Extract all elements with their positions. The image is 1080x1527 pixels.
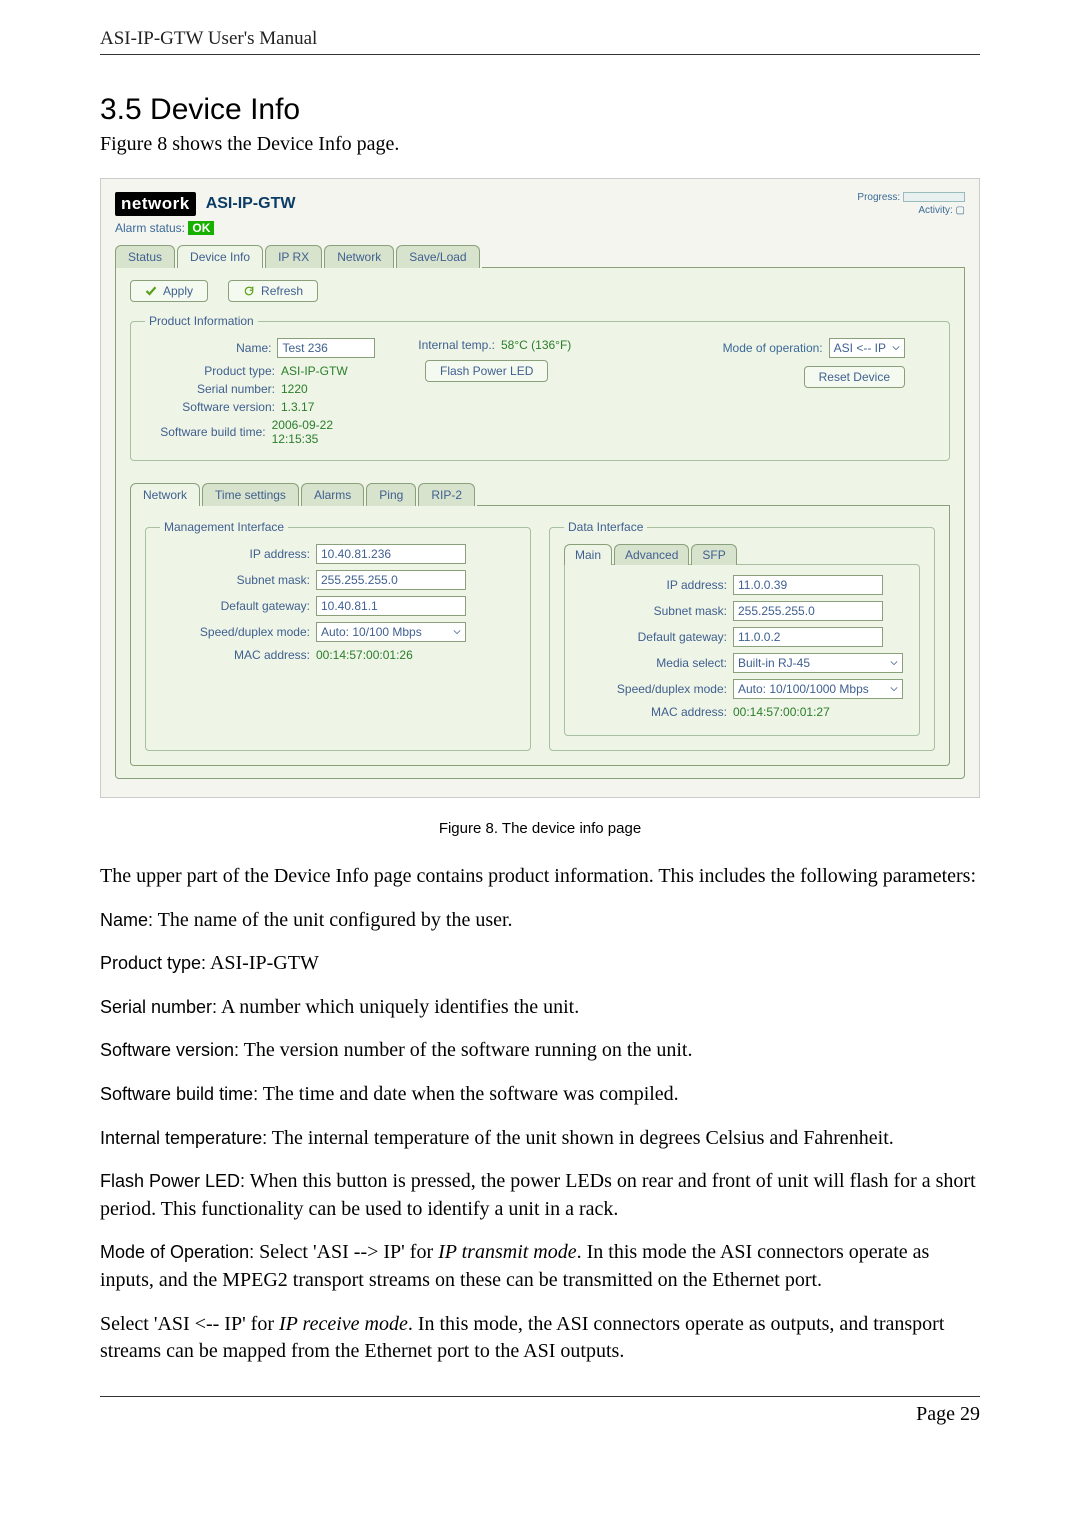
mode-select[interactable]: ASI <-- IP [829, 338, 905, 358]
data-tab-advanced[interactable]: Advanced [614, 544, 689, 565]
para-product-type: Product type: ASI-IP-GTW [100, 950, 980, 978]
data-mac-value: 00:14:57:00:01:27 [733, 705, 830, 719]
data-media-label: Media select: [577, 656, 733, 670]
chevron-down-icon [453, 628, 461, 636]
page-header: ASI-IP-GTW User's Manual [100, 28, 980, 55]
para-flash-led: Flash Power LED: When this button is pre… [100, 1168, 980, 1223]
check-icon [145, 285, 157, 297]
mgmt-legend: Management Interface [160, 520, 288, 534]
page-footer: Page 29 [100, 1396, 980, 1426]
tab-status[interactable]: Status [115, 245, 175, 268]
data-interface-group: Data Interface Main Advanced SFP IP addr… [549, 520, 935, 751]
tab-device-info[interactable]: Device Info [177, 245, 263, 268]
tab-network[interactable]: Network [324, 245, 394, 268]
mgmt-mac-label: MAC address: [160, 648, 316, 662]
data-ip-input[interactable]: 11.0.0.39 [733, 575, 883, 595]
mgmt-mask-label: Subnet mask: [160, 573, 316, 587]
mgmt-mask-input[interactable]: 255.255.255.0 [316, 570, 466, 590]
refresh-button[interactable]: Refresh [228, 280, 318, 302]
swver-label: Software version: [145, 400, 281, 414]
progress-activity: Progress: Activity: ▢ [857, 191, 965, 217]
product-type-label: Product type: [145, 364, 281, 378]
para-intemp: Internal temperature: The internal tempe… [100, 1125, 980, 1153]
data-media-select[interactable]: Built-in RJ-45 [733, 653, 903, 673]
paragraph-intro: The upper part of the Device Info page c… [100, 863, 980, 891]
flash-power-led-button[interactable]: Flash Power LED [425, 360, 548, 382]
data-speed-label: Speed/duplex mode: [577, 682, 733, 696]
serial-label: Serial number: [145, 382, 281, 396]
data-mask-label: Subnet mask: [577, 604, 733, 618]
tab-inner-network[interactable]: Network [130, 483, 200, 506]
mgmt-speed-select[interactable]: Auto: 10/100 Mbps [316, 622, 466, 642]
alarm-status: Alarm status: OK [115, 221, 965, 235]
data-legend: Data Interface [564, 520, 647, 534]
para-mode2: Select 'ASI <-- IP' for IP receive mode.… [100, 1311, 980, 1366]
para-mode: Mode of Operation: Select 'ASI --> IP' f… [100, 1239, 980, 1294]
mgmt-gw-input[interactable]: 10.40.81.1 [316, 596, 466, 616]
tab-ip-rx[interactable]: IP RX [265, 245, 322, 268]
mgmt-gw-label: Default gateway: [160, 599, 316, 613]
internal-temp-value: 58°C (136°F) [501, 338, 571, 352]
chevron-down-icon [890, 659, 898, 667]
data-mask-input[interactable]: 255.255.255.0 [733, 601, 883, 621]
product-information-group: Product Information Name: Test 236 Produ… [130, 314, 950, 461]
alarm-ok-badge: OK [188, 221, 214, 235]
para-swver: Software version: The version number of … [100, 1037, 980, 1065]
inner-tabstrip: Network Time settings Alarms Ping RIP-2 [130, 483, 950, 506]
chevron-down-icon [890, 685, 898, 693]
product-type-value: ASI-IP-GTW [281, 364, 348, 378]
data-tab-sfp[interactable]: SFP [691, 544, 736, 565]
reset-device-button[interactable]: Reset Device [804, 366, 905, 388]
data-ip-label: IP address: [577, 578, 733, 592]
serial-value: 1220 [281, 382, 308, 396]
main-tabstrip: Status Device Info IP RX Network Save/Lo… [115, 245, 965, 268]
para-name: Name: The name of the unit configured by… [100, 907, 980, 935]
section-heading: 3.5 Device Info [100, 93, 980, 127]
product-info-legend: Product Information [145, 314, 258, 328]
swver-value: 1.3.17 [281, 400, 314, 414]
chevron-down-icon [892, 344, 900, 352]
data-gw-input[interactable]: 11.0.0.2 [733, 627, 883, 647]
tab-save-load[interactable]: Save/Load [396, 245, 479, 268]
refresh-icon [243, 285, 255, 297]
mode-label: Mode of operation: [723, 341, 823, 355]
data-mac-label: MAC address: [577, 705, 733, 719]
mgmt-ip-input[interactable]: 10.40.81.236 [316, 544, 466, 564]
tab-ping[interactable]: Ping [366, 483, 416, 506]
product-title: ASI-IP-GTW [206, 195, 296, 213]
tab-rip2[interactable]: RIP-2 [418, 483, 475, 506]
data-gw-label: Default gateway: [577, 630, 733, 644]
para-serial: Serial number: A number which uniquely i… [100, 994, 980, 1022]
brand-logo: network [115, 192, 196, 216]
name-label: Name: [145, 341, 277, 355]
tab-alarms[interactable]: Alarms [301, 483, 364, 506]
swbuild-value: 2006-09-22 12:15:35 [272, 418, 375, 446]
mgmt-ip-label: IP address: [160, 547, 316, 561]
para-swbuild: Software build time: The time and date w… [100, 1081, 980, 1109]
device-info-screenshot: network ASI-IP-GTW Progress: Activity: ▢… [100, 178, 980, 798]
mgmt-mac-value: 00:14:57:00:01:26 [316, 648, 413, 662]
management-interface-group: Management Interface IP address: 10.40.8… [145, 520, 531, 751]
intro-text: Figure 8 shows the Device Info page. [100, 133, 980, 156]
figure-caption: Figure 8. The device info page [100, 820, 980, 837]
data-speed-select[interactable]: Auto: 10/100/1000 Mbps [733, 679, 903, 699]
mgmt-speed-label: Speed/duplex mode: [160, 625, 316, 639]
name-input[interactable]: Test 236 [277, 338, 375, 358]
internal-temp-label: Internal temp.: [385, 338, 501, 352]
apply-button[interactable]: Apply [130, 280, 208, 302]
tab-time-settings[interactable]: Time settings [202, 483, 299, 506]
swbuild-label: Software build time: [145, 425, 272, 439]
data-tab-main[interactable]: Main [564, 544, 612, 565]
